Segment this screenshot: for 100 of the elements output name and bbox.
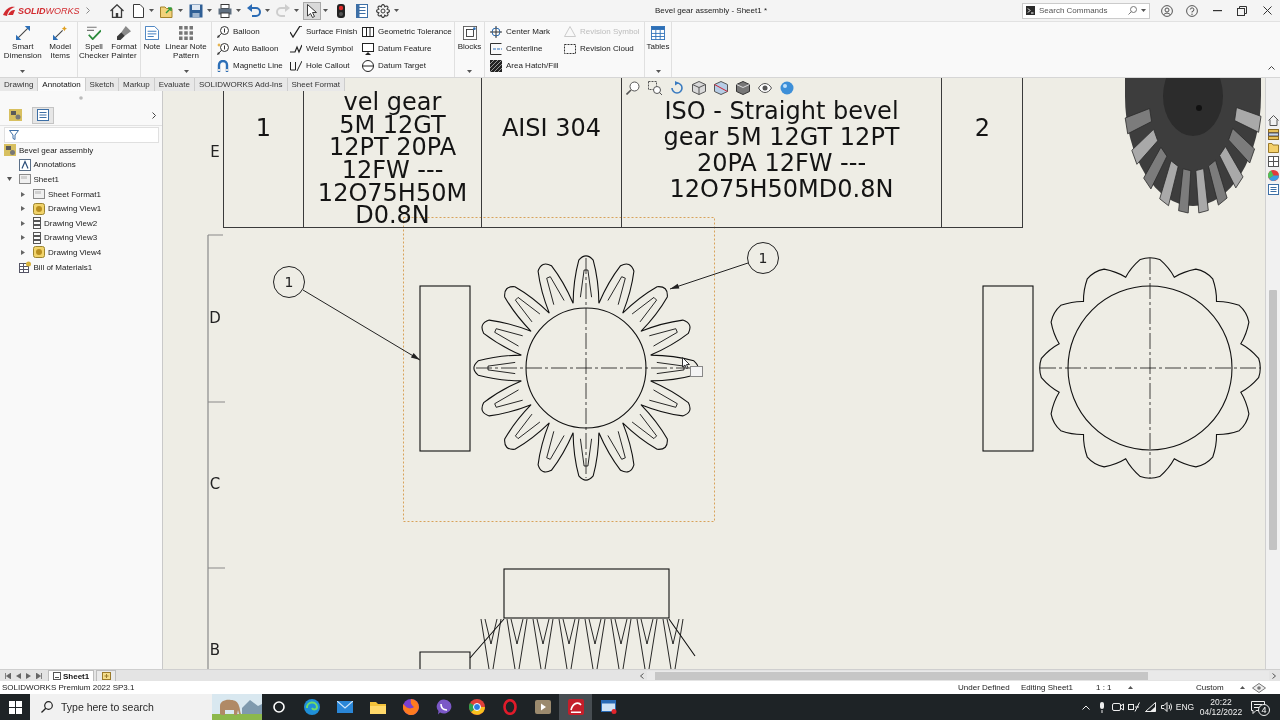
command-tab[interactable]: Sheet Format [287, 78, 345, 91]
network-icon[interactable] [1128, 702, 1140, 712]
skip-right-icon[interactable] [35, 672, 42, 679]
arrow-right-icon[interactable] [25, 672, 31, 679]
ribbon-button[interactable]: Weld Symbol [288, 40, 355, 57]
tree-item[interactable]: Sheet1 [0, 172, 162, 187]
command-tab[interactable]: Markup [119, 78, 155, 91]
ribbon-button[interactable]: Note [142, 22, 162, 77]
section-cube-icon[interactable] [714, 81, 728, 95]
caret-down-icon[interactable] [264, 9, 270, 12]
scrollbar-thumb[interactable] [655, 671, 1149, 680]
ribbon-button[interactable]: Smart Dimension [1, 22, 44, 77]
caret-down-icon[interactable] [322, 9, 328, 12]
tree-item[interactable]: Bevel gear assembly [0, 143, 162, 158]
microphone-icon[interactable] [1099, 701, 1105, 713]
ribbon-button[interactable]: Hole Callout [288, 57, 352, 74]
properties-button[interactable] [353, 1, 371, 20]
grid-icon[interactable] [1267, 156, 1279, 167]
tree-item[interactable]: Drawing View3 [0, 230, 162, 246]
caret-up-icon[interactable] [1127, 686, 1133, 689]
ribbon-button[interactable]: Balloon [215, 23, 262, 40]
taskbar-search-field[interactable]: Type here to search [30, 694, 262, 720]
chevron-right-icon[interactable] [152, 111, 156, 119]
tree-item[interactable]: Bill of Materials1 [0, 259, 162, 275]
command-tab[interactable]: Annotation [38, 78, 86, 91]
diamond-icon[interactable] [1252, 682, 1266, 693]
home-button[interactable] [108, 1, 126, 20]
list-icon[interactable] [1267, 184, 1279, 195]
zoom-area-icon[interactable] [648, 81, 662, 95]
stack-icon[interactable] [1267, 129, 1279, 140]
collapsed-arrow-icon[interactable] [21, 220, 25, 226]
ribbon-button[interactable]: Surface Finish [288, 23, 360, 40]
display-style-icon[interactable] [736, 81, 750, 95]
select-button[interactable] [303, 1, 321, 20]
speaker-icon[interactable] [1160, 702, 1172, 712]
arrow-right-icon[interactable] [1272, 672, 1276, 679]
signal-icon[interactable] [1144, 702, 1156, 712]
command-tab[interactable]: SOLIDWORKS Add-Ins [194, 78, 288, 91]
collapsed-arrow-icon[interactable] [21, 191, 25, 197]
sphere-icon[interactable] [780, 81, 794, 95]
ribbon-button[interactable]: Revision Cloud [562, 40, 636, 57]
cube-icon[interactable] [692, 81, 706, 95]
clock-time[interactable]: 20:22 [1210, 697, 1232, 707]
caret-down-icon[interactable] [235, 9, 241, 12]
collapsed-arrow-icon[interactable] [21, 235, 25, 241]
ribbon-button[interactable]: Centerline [488, 40, 545, 57]
status-field[interactable]: 1 : 1 [1096, 683, 1112, 692]
collapsed-arrow-icon[interactable] [21, 249, 25, 255]
ribbon-button[interactable]: Model Items [45, 22, 76, 77]
ribbon-button[interactable]: Magnetic Line [215, 57, 285, 74]
tree-item[interactable]: Drawing View2 [0, 215, 162, 231]
house-icon[interactable] [1267, 115, 1279, 126]
ribbon-button[interactable]: Blocks [456, 22, 483, 77]
caret-down-icon[interactable] [206, 9, 212, 12]
tree-item[interactable]: Drawing View1 [0, 201, 162, 216]
ribbon-button[interactable]: Datum Target [360, 57, 428, 74]
ribbon-button[interactable]: Datum Feature [360, 40, 434, 57]
chevron-up-icon[interactable] [1268, 66, 1275, 70]
eye-icon[interactable] [758, 81, 772, 95]
rotate-icon[interactable] [670, 81, 684, 95]
command-tab[interactable]: Drawing [0, 78, 39, 91]
ribbon-button[interactable]: Format Painter [109, 22, 139, 77]
ribbon-button[interactable]: Area Hatch/Fill [488, 57, 561, 74]
tree-item[interactable]: Annotations [0, 157, 162, 173]
clock-date[interactable]: 04/12/2022 [1199, 707, 1243, 717]
search-field[interactable]: Search Commands [1022, 2, 1150, 19]
ribbon-button[interactable]: Tables [646, 22, 670, 77]
color-wheel-icon[interactable] [1267, 170, 1279, 181]
camera-icon[interactable] [1112, 702, 1124, 712]
ribbon-button[interactable]: Linear Note Pattern [162, 22, 210, 77]
panel-tab[interactable] [32, 106, 54, 124]
expanded-arrow-icon[interactable] [6, 177, 12, 182]
add-sheet-button[interactable] [96, 670, 117, 681]
caret-down-icon[interactable] [1141, 9, 1146, 12]
ribbon-button[interactable]: Geometric Tolerance [360, 23, 454, 40]
caret-down-icon[interactable] [148, 9, 154, 12]
taskbar-app-button[interactable] [559, 694, 592, 720]
caret-up-icon[interactable] [1239, 686, 1245, 689]
undo-button[interactable] [245, 1, 263, 20]
filter-field[interactable] [4, 127, 159, 143]
scrollbar-thumb[interactable] [1269, 290, 1277, 550]
caret-down-icon[interactable] [393, 9, 399, 12]
ribbon-button[interactable]: Auto Balloon [215, 40, 281, 57]
arrow-left-icon[interactable] [15, 672, 21, 679]
collapsed-arrow-icon[interactable] [21, 206, 25, 212]
ribbon-button[interactable]: Center Mark [488, 23, 552, 40]
status-field[interactable]: Custom [1196, 683, 1224, 692]
caret-down-icon[interactable] [177, 9, 183, 12]
options-button[interactable] [374, 1, 392, 20]
skip-left-icon[interactable] [4, 672, 11, 679]
tree-item[interactable]: Sheet Format1 [0, 186, 162, 202]
command-tab[interactable]: Sketch [85, 78, 120, 91]
arrow-left-icon[interactable] [640, 672, 645, 679]
print-button[interactable] [216, 1, 234, 20]
tree-item[interactable]: Drawing View4 [0, 245, 162, 260]
command-tab[interactable]: Evaluate [154, 78, 195, 91]
language-indicator[interactable]: ENG [1175, 702, 1195, 712]
zoom-icon[interactable] [626, 81, 640, 95]
ribbon-button[interactable]: Spell Checker [79, 22, 109, 77]
folder-icon[interactable] [1267, 143, 1279, 153]
